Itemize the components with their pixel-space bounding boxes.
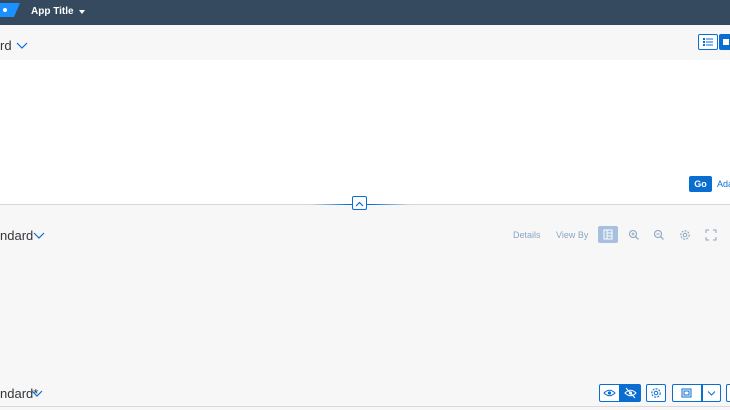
filter-bar — [0, 60, 730, 205]
zoom-out-icon[interactable] — [651, 227, 667, 243]
export-menu-button[interactable] — [702, 384, 721, 402]
hide-eye-icon — [624, 387, 637, 399]
view-by-button[interactable]: View By — [556, 230, 588, 240]
table-variant-chevron-down-icon[interactable] — [31, 390, 43, 398]
company-logo-icon[interactable] — [0, 3, 20, 17]
hide-rows-button[interactable] — [620, 384, 641, 402]
shell-bar: App Title — [0, 0, 730, 25]
table-header-divider — [0, 406, 730, 407]
export-button[interactable] — [672, 384, 702, 402]
adapt-filters-link[interactable]: Ada — [717, 179, 730, 189]
chevron-down-icon — [707, 391, 716, 396]
page-header: rd — [0, 25, 730, 60]
zoom-in-icon[interactable] — [626, 227, 642, 243]
settings-gear-icon — [651, 388, 661, 398]
share-icon — [723, 39, 729, 45]
show-hidden-rows-button[interactable] — [599, 384, 620, 402]
fullscreen-icon[interactable] — [703, 227, 719, 243]
page-variant-title[interactable]: rd — [0, 38, 12, 54]
share-button[interactable] — [719, 34, 730, 50]
show-filterbar-button[interactable] — [698, 34, 718, 50]
chart-variant-title[interactable]: ndard — [0, 228, 33, 244]
chevron-up-icon — [355, 201, 364, 207]
details-button[interactable]: Details — [513, 230, 541, 240]
export-icon — [681, 388, 692, 398]
app-title[interactable]: App Title — [31, 6, 74, 17]
more-button[interactable] — [726, 384, 730, 402]
legend-toggle-button[interactable] — [598, 226, 618, 243]
settings-gear-icon[interactable] — [677, 227, 693, 243]
go-button[interactable]: Go — [689, 176, 712, 192]
eye-icon — [603, 389, 616, 397]
table-settings-button[interactable] — [646, 384, 666, 402]
collapse-header-button[interactable] — [352, 196, 367, 210]
page-variant-chevron-down-icon[interactable] — [16, 42, 28, 50]
list-icon — [703, 38, 713, 46]
chart-variant-chevron-down-icon[interactable] — [33, 232, 45, 240]
app-title-dropdown-icon[interactable] — [79, 10, 85, 14]
legend-icon — [603, 229, 613, 240]
